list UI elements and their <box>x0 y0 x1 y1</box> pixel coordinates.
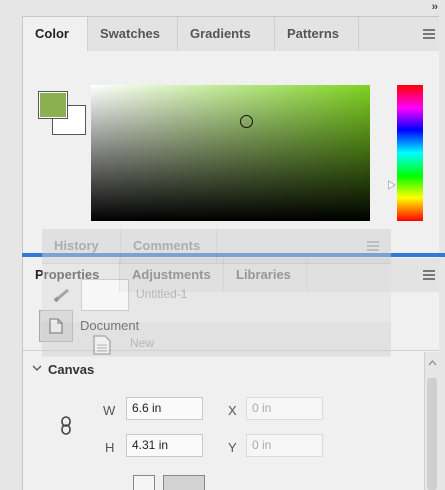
y-field[interactable]: 0 in <box>246 434 323 457</box>
hue-slider-track[interactable] <box>397 85 423 221</box>
tab-gradients[interactable]: Gradients <box>178 17 275 51</box>
tab-libraries[interactable]: Libraries <box>224 258 308 292</box>
portrait-orientation-button[interactable] <box>133 475 155 490</box>
canvas-section-title[interactable]: Canvas <box>48 362 94 377</box>
foreground-color-swatch[interactable] <box>38 91 68 119</box>
y-label: Y <box>228 440 237 455</box>
color-field[interactable] <box>91 85 370 221</box>
scrollbar-thumb[interactable] <box>427 378 437 490</box>
width-label: W <box>103 403 116 418</box>
tab-properties[interactable]: Properties <box>23 258 120 293</box>
x-label: X <box>228 403 237 418</box>
panel-menu-icon[interactable] <box>423 29 435 39</box>
properties-panel-tabbar: Properties Adjustments Libraries <box>23 258 439 293</box>
document-icon <box>39 310 73 342</box>
scroll-up-icon[interactable] <box>428 360 437 366</box>
tab-swatches[interactable]: Swatches <box>88 17 178 51</box>
panel-drop-indicator <box>22 253 445 257</box>
landscape-orientation-button[interactable] <box>163 475 205 490</box>
tab-patterns[interactable]: Patterns <box>275 17 359 51</box>
panel-menu-icon[interactable] <box>423 270 435 280</box>
color-panel-tabbar: Color Swatches Gradients Patterns <box>23 17 439 52</box>
hue-slider-handle[interactable] <box>388 180 396 190</box>
height-label: H <box>105 440 115 455</box>
width-field[interactable]: 6.6 in <box>126 397 203 420</box>
panel-dock-header: ›› <box>0 0 445 17</box>
document-type-label: Document <box>80 318 140 333</box>
collapse-panels-icon[interactable]: ›› <box>432 1 438 13</box>
tab-adjustments[interactable]: Adjustments <box>120 258 224 292</box>
x-field[interactable]: 0 in <box>246 397 323 420</box>
height-field[interactable]: 4.31 in <box>126 434 203 457</box>
tab-color[interactable]: Color <box>23 17 88 52</box>
chevron-down-icon[interactable] <box>32 364 42 372</box>
link-icon[interactable] <box>60 416 72 436</box>
divider <box>23 350 439 351</box>
dock-left-edge <box>0 16 23 490</box>
color-picker-cursor[interactable] <box>240 115 253 128</box>
